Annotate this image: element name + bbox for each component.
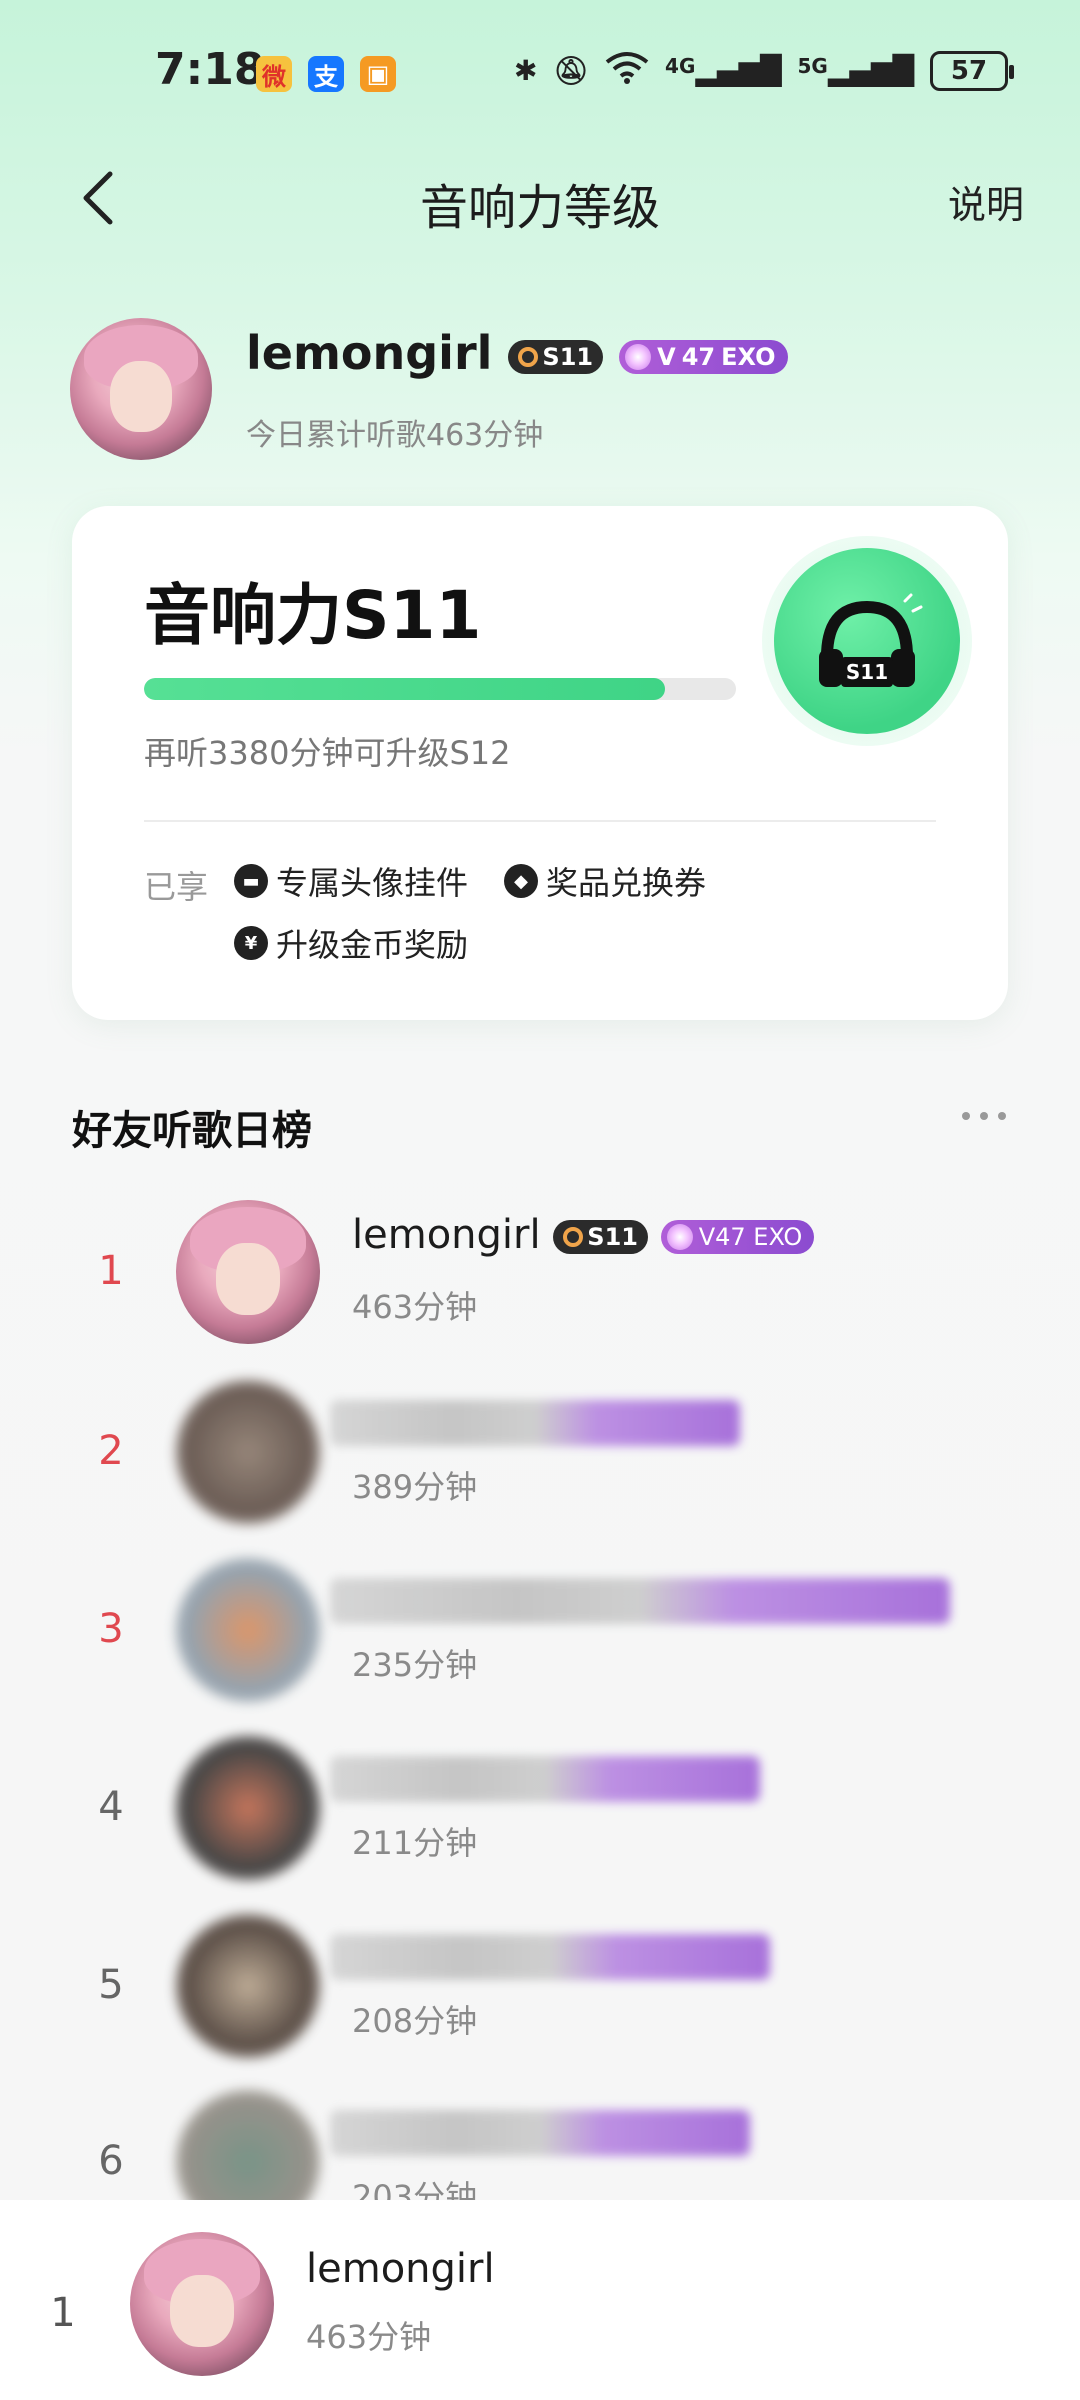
rank-number: 4 [98,1784,124,1830]
signal-5g-icon: 5G▂▄▆█ [797,54,914,87]
rank-number: 5 [98,1962,124,2008]
rank-number: 1 [98,1248,124,1294]
ranking-row[interactable]: 3 235分钟 [0,1558,1080,1728]
explain-button[interactable]: 说明 [948,174,1024,229]
avatar[interactable] [176,1914,320,2058]
avatar-frame-icon: ▬ [234,864,268,898]
level-hint: 再听3380分钟可升级S12 [144,734,511,772]
status-time: 7:18 [155,44,265,95]
more-button[interactable] [962,1112,1006,1120]
perk-voucher[interactable]: ◆ 奖品兑换券 [504,858,706,904]
avatar[interactable] [176,1380,320,1524]
redacted-name [330,1756,760,1802]
battery-icon: 57 [930,50,1014,91]
level-progress-bar [144,678,736,700]
my-time: 463分钟 [306,2318,432,2356]
avatar[interactable] [176,1558,320,1702]
rank-number: 1 [50,2290,76,2336]
avatar[interactable] [176,1736,320,1880]
level-title: 音响力S11 [144,577,482,654]
perk-avatar-frame[interactable]: ▬ 专属头像挂件 [234,858,468,904]
rank-time: 211分钟 [352,1824,478,1862]
mute-icon: 🔕︎ [553,54,590,87]
wifi-icon [605,50,649,91]
level-emblem: S11 [762,536,972,746]
svg-text:S11: S11 [846,660,888,684]
redacted-name [330,1578,950,1624]
divider [144,820,936,822]
redacted-name [330,1400,740,1446]
profile-name-row: lemongirl S11 V 47 EXO [246,326,788,380]
weibo-icon: 微 [256,56,292,92]
rank-time: 389分钟 [352,1468,478,1506]
rank-number: 3 [98,1606,124,1652]
ranking-row[interactable]: 1 lemongirl S11 V47 EXO 463分钟 [0,1200,1080,1370]
profile-subtitle: 今日累计听歌463分钟 [246,418,544,453]
status-indicators: ✱ 🔕︎ 4G▂▄▆█ 5G▂▄▆█ 57 [514,50,1014,91]
ranking-row[interactable]: 2 389分钟 [0,1380,1080,1550]
rank-time: 235分钟 [352,1646,478,1684]
rank-time: 463分钟 [352,1288,478,1326]
level-badge[interactable]: S11 [508,339,604,374]
vip-badge[interactable]: V 47 EXO [619,339,788,374]
coin-icon: ¥ [234,926,268,960]
perk-coin[interactable]: ¥ 升级金币奖励 [234,920,468,966]
my-rank-bar[interactable]: 1 lemongirl 463分钟 [0,2200,1080,2400]
alipay-icon: 支 [308,56,344,92]
rank-number: 2 [98,1428,124,1474]
ranking-title: 好友听歌日榜 [72,1108,312,1154]
status-bar: 7:18 微 支 ▣ ✱ 🔕︎ 4G▂▄▆█ 5G▂▄▆█ 57 [0,0,1080,140]
rank-time: 208分钟 [352,2002,478,2040]
profile-name: lemongirl [246,326,493,380]
top-nav: 音响力等级 说明 [0,160,1080,240]
bluetooth-icon: ✱ [514,54,538,87]
redacted-name [330,2110,750,2156]
signal-4g-icon: 4G▂▄▆█ [665,54,782,87]
page-title: 音响力等级 [419,180,660,236]
star-icon [625,343,652,370]
level-badge: S11 [553,1220,648,1254]
redacted-name [330,1934,770,1980]
game-icon: ▣ [360,56,396,92]
voucher-icon: ◆ [504,864,538,898]
vip-badge: V47 EXO [660,1220,815,1254]
ranking-row[interactable]: 4 211分钟 [0,1736,1080,1906]
avatar[interactable] [176,1200,320,1344]
ranking-row[interactable]: 5 208分钟 [0,1914,1080,2084]
avatar[interactable] [70,318,212,460]
headphone-icon: S11 [819,593,923,687]
rank-number: 6 [98,2138,124,2184]
rank-name-row: lemongirl S11 V47 EXO [352,1212,815,1258]
profile-header: lemongirl S11 V 47 EXO 今日累计听歌463分钟 [70,318,1010,468]
my-name: lemongirl [306,2246,495,2292]
level-card: 音响力S11 再听3380分钟可升级S12 已享 ▬ 专属头像挂件 ◆ 奖品兑换… [72,506,1008,1020]
avatar[interactable] [130,2232,274,2376]
perks-label: 已享 [144,868,209,906]
